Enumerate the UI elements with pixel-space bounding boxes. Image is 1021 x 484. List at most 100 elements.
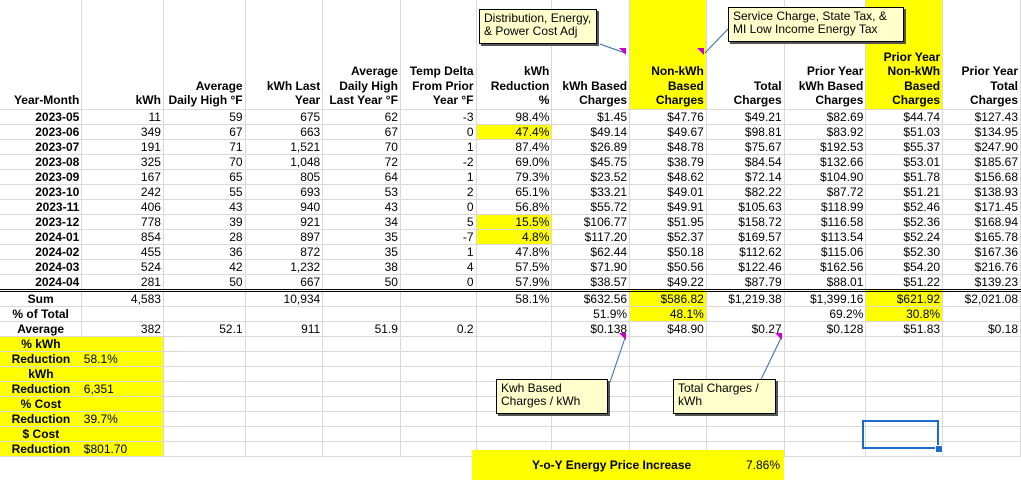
column-header[interactable]: Average Daily High °F xyxy=(163,0,246,110)
row-label[interactable]: Sum xyxy=(0,288,83,307)
data-cell[interactable]: 1,232 xyxy=(245,259,324,275)
data-cell[interactable]: $167.36 xyxy=(942,244,1021,260)
empty-cell[interactable] xyxy=(245,411,324,427)
empty-cell[interactable] xyxy=(245,441,324,457)
data-cell[interactable] xyxy=(476,321,553,337)
data-cell[interactable]: 455 xyxy=(81,244,164,260)
data-cell[interactable]: 35 xyxy=(322,229,401,245)
data-cell[interactable]: 70 xyxy=(163,154,246,170)
data-cell[interactable] xyxy=(245,306,324,322)
data-cell[interactable]: 72 xyxy=(322,154,401,170)
empty-cell[interactable] xyxy=(81,396,164,412)
empty-cell[interactable] xyxy=(163,441,246,457)
data-cell[interactable]: 52.1 xyxy=(163,321,246,337)
data-cell[interactable]: 48.1% xyxy=(629,306,707,322)
data-cell[interactable]: $49.21 xyxy=(706,109,785,125)
data-cell[interactable]: 43 xyxy=(163,199,246,215)
empty-cell[interactable] xyxy=(163,366,246,382)
empty-cell[interactable] xyxy=(400,366,477,382)
data-cell[interactable]: $216.76 xyxy=(942,259,1021,275)
fill-handle[interactable] xyxy=(935,445,943,453)
data-cell[interactable]: 2 xyxy=(400,184,477,200)
data-cell[interactable]: $139.23 xyxy=(942,274,1021,291)
data-cell[interactable]: 1,521 xyxy=(245,139,324,155)
data-cell[interactable]: 53 xyxy=(322,184,401,200)
empty-cell[interactable] xyxy=(163,411,246,427)
data-cell[interactable]: 0 xyxy=(400,199,477,215)
empty-cell[interactable] xyxy=(163,336,246,352)
data-cell[interactable]: $50.18 xyxy=(629,244,707,260)
empty-cell[interactable] xyxy=(551,351,631,367)
summary-label[interactable]: % kWh xyxy=(0,336,82,352)
summary-value[interactable]: 6,351 xyxy=(81,381,164,397)
data-cell[interactable]: 98.4% xyxy=(476,109,553,125)
data-cell[interactable]: 1 xyxy=(400,244,477,260)
data-cell[interactable]: $185.67 xyxy=(942,154,1021,170)
column-header[interactable]: Non-kWh Based Charges xyxy=(629,0,707,110)
data-cell[interactable]: 57.9% xyxy=(476,274,553,291)
row-label[interactable]: 2024-04 xyxy=(0,274,83,291)
empty-cell[interactable] xyxy=(322,336,401,352)
empty-cell[interactable] xyxy=(629,351,707,367)
data-cell[interactable]: 43 xyxy=(322,199,401,215)
data-cell[interactable]: 67 xyxy=(322,124,401,140)
empty-cell[interactable] xyxy=(163,381,246,397)
empty-cell[interactable] xyxy=(942,336,1021,352)
row-label[interactable]: Average xyxy=(0,321,83,337)
row-label[interactable]: 2023-06 xyxy=(0,124,83,140)
empty-cell[interactable] xyxy=(865,381,944,397)
data-cell[interactable] xyxy=(476,306,553,322)
comment-total-charges[interactable]: Total Charges / kWh xyxy=(673,379,776,414)
data-cell[interactable] xyxy=(81,306,164,322)
empty-cell[interactable] xyxy=(942,366,1021,382)
data-cell[interactable]: 911 xyxy=(245,321,324,337)
empty-cell[interactable] xyxy=(322,351,401,367)
empty-cell[interactable] xyxy=(400,441,477,457)
data-cell[interactable]: $106.77 xyxy=(551,214,631,230)
summary-value[interactable]: $801.70 xyxy=(81,441,164,457)
data-cell[interactable]: $47.76 xyxy=(629,109,707,125)
data-cell[interactable]: 70 xyxy=(322,139,401,155)
data-cell[interactable]: $54.20 xyxy=(865,259,944,275)
data-cell[interactable] xyxy=(163,306,246,322)
empty-cell[interactable] xyxy=(400,396,477,412)
data-cell[interactable]: 35 xyxy=(322,244,401,260)
data-cell[interactable]: 47.4% xyxy=(476,124,553,140)
data-cell[interactable]: $0.138 xyxy=(551,321,631,337)
row-label[interactable]: 2023-08 xyxy=(0,154,83,170)
data-cell[interactable]: $113.54 xyxy=(784,229,867,245)
empty-cell[interactable] xyxy=(476,336,553,352)
empty-cell[interactable] xyxy=(629,426,707,442)
data-cell[interactable]: 11 xyxy=(81,109,164,125)
data-cell[interactable]: $23.52 xyxy=(551,169,631,185)
summary-label[interactable]: % Cost xyxy=(0,396,82,412)
row-label[interactable]: 2023-11 xyxy=(0,199,83,215)
row-label[interactable]: 2024-03 xyxy=(0,259,83,275)
empty-cell[interactable] xyxy=(400,351,477,367)
data-cell[interactable]: 1,048 xyxy=(245,154,324,170)
data-cell[interactable]: 47.8% xyxy=(476,244,553,260)
data-cell[interactable]: 778 xyxy=(81,214,164,230)
data-cell[interactable]: $2,021.08 xyxy=(942,288,1021,307)
empty-cell[interactable] xyxy=(322,381,401,397)
empty-cell[interactable] xyxy=(400,336,477,352)
empty-cell[interactable] xyxy=(322,396,401,412)
data-cell[interactable]: 872 xyxy=(245,244,324,260)
empty-cell[interactable] xyxy=(245,351,324,367)
summary-label[interactable]: Reduction xyxy=(0,411,82,427)
data-cell[interactable]: 242 xyxy=(81,184,164,200)
column-header[interactable]: Temp Delta From Prior Year °F xyxy=(400,0,477,110)
data-cell[interactable]: $87.72 xyxy=(784,184,867,200)
empty-cell[interactable] xyxy=(400,426,477,442)
empty-cell[interactable] xyxy=(784,336,867,352)
empty-cell[interactable] xyxy=(163,426,246,442)
data-cell[interactable]: $51.21 xyxy=(865,184,944,200)
data-cell[interactable]: $45.75 xyxy=(551,154,631,170)
comment-distribution[interactable]: Distribution, Energy, & Power Cost Adj xyxy=(479,9,597,44)
data-cell[interactable]: 675 xyxy=(245,109,324,125)
row-label[interactable]: 2023-09 xyxy=(0,169,83,185)
empty-cell[interactable] xyxy=(245,366,324,382)
data-cell[interactable] xyxy=(322,306,401,322)
data-cell[interactable]: 0.2 xyxy=(400,321,477,337)
data-cell[interactable]: $156.68 xyxy=(942,169,1021,185)
